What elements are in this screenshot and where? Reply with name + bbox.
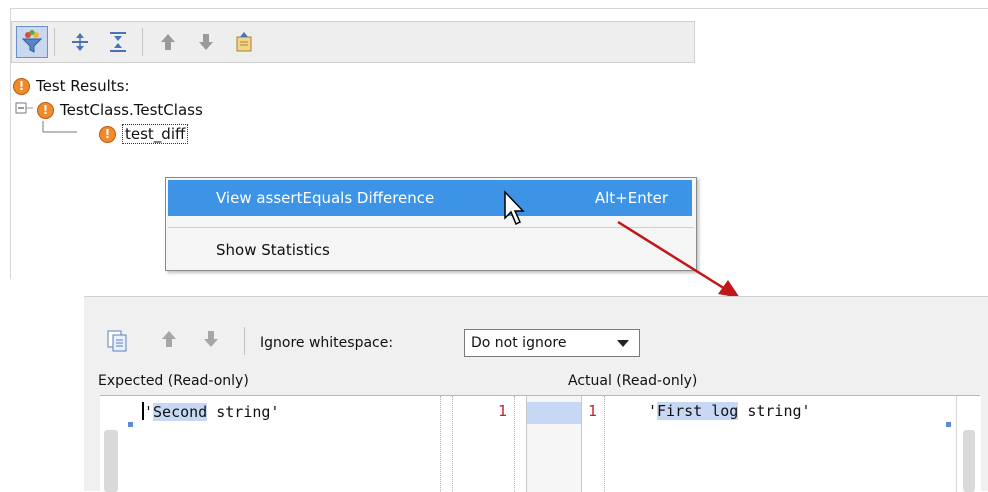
collapse-node-icon[interactable] [15,99,35,119]
actual-prefix: ' [648,402,658,420]
actual-code-line[interactable]: 'First log string' [648,402,811,420]
fold-marker-icon [128,422,133,427]
left-line-number: 1 [498,402,508,420]
diff-viewer-panel: Ignore whitespace: Do not ignore Expecte… [84,296,988,492]
diff-connector-strip [526,396,582,492]
menu-item-label: Show Statistics [216,241,330,259]
expected-code-line[interactable]: 'Second string' [142,402,279,421]
test-runner-panel: ! Test Results: ! TestClass.TestClass ! … [10,8,988,279]
actual-label: Actual (Read-only) [568,373,698,389]
ignore-whitespace-label: Ignore whitespace: [260,335,394,351]
right-margin-guide [440,396,441,492]
right-scrollbar[interactable] [963,430,975,492]
annotation-arrow-icon [617,220,740,298]
test-runner-toolbar [11,21,695,63]
menu-item-label: View assertEquals Difference [216,189,435,207]
copy-icon[interactable] [106,329,128,353]
tree-root-label: Test Results: [36,77,130,95]
gutter-guide [604,396,605,492]
mouse-cursor-icon [504,190,525,226]
previous-difference-icon[interactable] [160,329,178,349]
toolbar-separator [54,28,55,56]
next-difference-icon[interactable] [202,329,220,349]
ignore-whitespace-value: Do not ignore [471,335,567,351]
up-arrow-icon[interactable] [152,26,184,58]
tree-root-row[interactable]: ! Test Results: [13,75,130,97]
gutter-guide [514,396,515,492]
tree-test-row[interactable]: ! test_diff [99,123,189,145]
expected-prefix: ' [144,403,154,421]
right-margin-guide [452,396,453,492]
left-gutter [100,396,136,492]
fold-marker-icon [946,422,951,427]
toolbar-separator [142,28,143,56]
warning-icon: ! [37,101,54,119]
warning-icon: ! [13,77,30,95]
actual-rest: string' [738,402,811,420]
warning-icon: ! [99,125,116,143]
tree-connector [42,121,77,133]
menu-item-shortcut: Alt+Enter [594,189,668,207]
actual-diff-highlight: First log [657,402,739,420]
right-gutter [956,396,981,492]
diff-toolbar: Ignore whitespace: Do not ignore [84,321,988,361]
left-scrollbar[interactable] [104,430,118,492]
expected-label: Expected (Read-only) [98,373,249,389]
diff-editor: 'Second string' 1 1 'First log string' [100,395,981,492]
toolbar-separator [244,327,245,355]
expected-rest: string' [207,403,280,421]
collapse-all-icon[interactable] [102,26,134,58]
expand-all-icon[interactable] [64,26,96,58]
ignore-whitespace-select[interactable]: Do not ignore [464,329,640,357]
tree-class-label: TestClass.TestClass [60,101,203,119]
expected-diff-highlight: Second [153,403,208,421]
tree-test-label: test_diff [122,124,189,144]
tree-class-row[interactable]: ! TestClass.TestClass [37,99,203,121]
filter-icon[interactable] [16,26,48,58]
diff-connector-highlight [527,402,581,424]
export-icon[interactable] [228,26,260,58]
chevron-down-icon [617,340,629,347]
right-line-number: 1 [588,402,598,420]
down-arrow-icon[interactable] [190,26,222,58]
